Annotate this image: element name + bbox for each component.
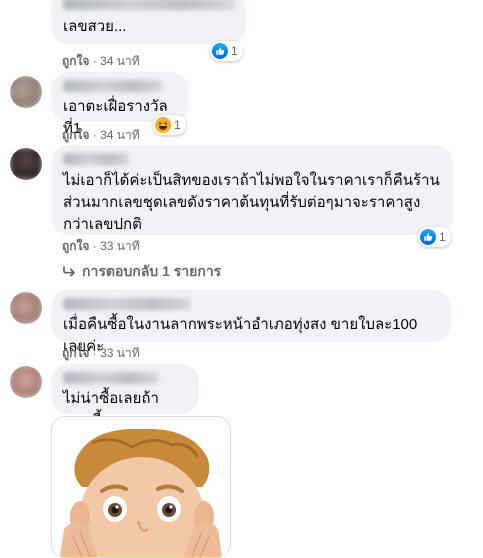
meta-separator: · (92, 346, 97, 360)
commenter-name-redacted (63, 80, 163, 92)
commenter-name-redacted (63, 372, 159, 384)
meta-separator: · (92, 54, 97, 68)
like-button[interactable]: ถูกใจ (62, 128, 89, 142)
meta-separator: · (92, 239, 97, 253)
comment-meta: ถูกใจ · 33 นาที (62, 237, 140, 256)
timestamp[interactable]: 33 นาที (100, 346, 140, 360)
avatar[interactable] (10, 76, 42, 108)
comment-text: เลขสวย... (63, 18, 127, 35)
commenter-name-redacted (63, 298, 191, 310)
view-replies-label: การตอบกลับ 1 รายการ (82, 263, 222, 279)
reaction-count-text: 1 (231, 44, 238, 58)
reaction-count[interactable]: 1 (153, 115, 186, 135)
like-icon (212, 43, 228, 59)
meta-separator: · (92, 128, 97, 142)
like-icon (420, 229, 436, 245)
avatar[interactable] (10, 148, 42, 180)
surprised-boy-gif (52, 417, 230, 557)
timestamp[interactable]: 34 นาที (100, 54, 140, 68)
comment-text: ไม่เอาก็ได้ค่ะเป็นสิทของเราถ้าไม่พอใจในร… (63, 172, 444, 233)
like-button[interactable]: ถูกใจ (62, 346, 89, 360)
like-button[interactable]: ถูกใจ (62, 239, 89, 253)
comment-bubble: เมื่อคืนซื้อในงานลากพระหน้าอำเภอทุ่งสง ข… (51, 290, 451, 355)
commenter-name-redacted (63, 0, 235, 10)
comment-bubble: ไม่น่าซื้อเลยถ้าแบบนี้ (51, 364, 199, 429)
like-button[interactable]: ถูกใจ (62, 54, 89, 68)
reaction-count-text: 1 (174, 118, 181, 132)
reaction-count[interactable]: 1 (210, 41, 243, 61)
timestamp[interactable]: 33 นาที (100, 239, 140, 253)
reply-arrow-icon (62, 264, 76, 280)
avatar[interactable] (10, 292, 42, 324)
commenter-name-redacted (63, 153, 129, 165)
reaction-count-text: 1 (439, 230, 446, 244)
comment-meta: ถูกใจ · 33 นาที (62, 344, 140, 363)
gif-attachment[interactable] (51, 416, 231, 558)
view-replies-link[interactable]: การตอบกลับ 1 รายการ (62, 261, 221, 283)
avatar[interactable] (10, 366, 42, 398)
reaction-count[interactable]: 1 (418, 227, 451, 247)
timestamp[interactable]: 34 นาที (100, 128, 140, 142)
haha-icon (155, 117, 171, 133)
comment-bubble: ไม่เอาก็ได้ค่ะเป็นสิทของเราถ้าไม่พอใจในร… (51, 145, 453, 235)
comment-meta: ถูกใจ · 34 นาที (62, 52, 140, 71)
comment-bubble: เลขสวย... (51, 0, 246, 44)
comment-meta: ถูกใจ · 34 นาที (62, 126, 140, 145)
